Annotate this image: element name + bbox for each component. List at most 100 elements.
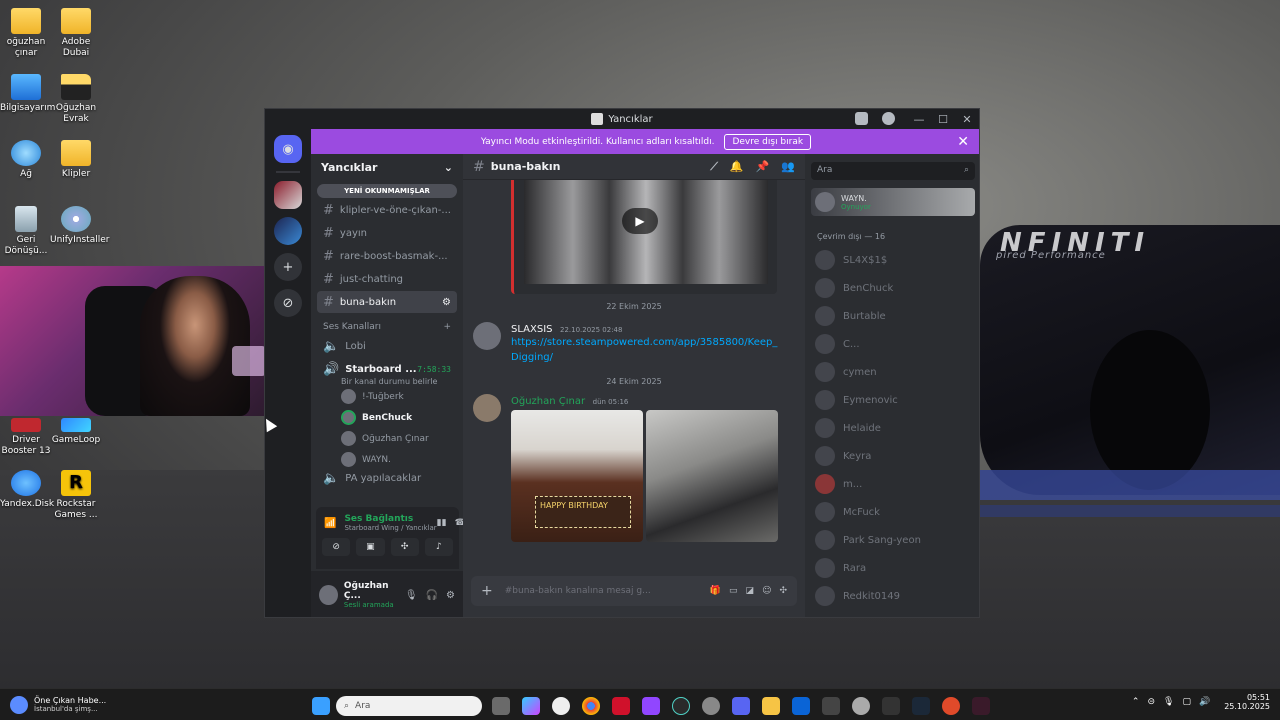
- activities-icon[interactable]: ✣: [390, 538, 419, 556]
- volume-icon[interactable]: 🔊: [1199, 697, 1210, 707]
- channel-yayin[interactable]: # yayın: [317, 222, 457, 244]
- add-attachment-icon[interactable]: +: [481, 583, 493, 599]
- attachment-image-kitchen[interactable]: [646, 410, 778, 542]
- voice-connection-location[interactable]: Starboard Wing / Yancıklar: [344, 524, 436, 532]
- app-circle-icon[interactable]: [672, 697, 690, 715]
- minimize-icon[interactable]: —: [907, 113, 931, 126]
- voice-user[interactable]: WAYN.: [311, 449, 463, 470]
- inbox-icon[interactable]: [855, 112, 868, 125]
- taskbar-search[interactable]: ⌕ Ara: [336, 696, 482, 716]
- desktop-icon-klipler[interactable]: Klipler: [50, 140, 102, 180]
- member-item[interactable]: C...: [805, 330, 979, 358]
- server-avatar-icon[interactable]: [274, 217, 302, 245]
- discord-icon[interactable]: [732, 697, 750, 715]
- channel-rare-boost[interactable]: # rare-boost-basmak-...: [317, 245, 457, 267]
- channel-pa-yapilacaklar[interactable]: 🔈 PA yapılacaklar: [317, 471, 457, 485]
- message-input[interactable]: + #buna-bakın kanalına mesaj g... 🎁 ▭ ◪ …: [471, 576, 797, 606]
- twitch-icon[interactable]: [642, 697, 660, 715]
- member-item[interactable]: cymen: [805, 358, 979, 386]
- news-widget[interactable]: Öne Çıkan Habe... İstanbul'da şimş...: [0, 695, 150, 714]
- apps-icon[interactable]: ✣: [779, 586, 787, 596]
- voice-category[interactable]: Ses Kanalları +: [311, 314, 463, 334]
- desktop-icon-adobe-dubai[interactable]: Adobe Dubai: [50, 8, 102, 59]
- app-x-icon[interactable]: [612, 697, 630, 715]
- microphone-icon[interactable]: 🎙: [405, 590, 418, 601]
- server-yanciklar-icon[interactable]: [274, 181, 302, 209]
- desktop-icon-bilgisayarim[interactable]: Bilgisayarım: [0, 74, 55, 114]
- member-item[interactable]: BenChuck: [805, 274, 979, 302]
- video-off-icon[interactable]: ⊘: [322, 538, 351, 556]
- member-item[interactable]: Eymenovic: [805, 386, 979, 414]
- member-item[interactable]: Rara: [805, 554, 979, 582]
- signal-icon[interactable]: 📶: [324, 518, 336, 529]
- message-author[interactable]: SLAXSIS: [511, 324, 552, 335]
- app-gray-icon[interactable]: [702, 697, 720, 715]
- copilot-icon[interactable]: [522, 697, 540, 715]
- member-item[interactable]: Park Sang-yeon: [805, 526, 979, 554]
- channel-buna-bakin[interactable]: # buna-bakın ⚙: [317, 291, 457, 313]
- task-view-icon[interactable]: [492, 697, 510, 715]
- chevron-up-icon[interactable]: ⌃: [1132, 697, 1140, 707]
- desktop-icon-unifyinstaller[interactable]: UnifyInstaller: [50, 206, 109, 246]
- add-server-icon[interactable]: +: [274, 253, 302, 281]
- gif-icon[interactable]: ▭: [729, 586, 738, 596]
- member-item-active[interactable]: WAYN. Oynuyor: [811, 188, 975, 216]
- members-icon[interactable]: 👥: [781, 160, 795, 174]
- banner-close-icon[interactable]: ✕: [957, 134, 969, 150]
- clock[interactable]: 05:51 25.10.2025: [1224, 693, 1270, 711]
- microphone-icon[interactable]: 🎙: [1163, 697, 1174, 707]
- outlook-icon[interactable]: [792, 697, 810, 715]
- voice-user[interactable]: Oğuzhan Çınar: [311, 428, 463, 449]
- voice-user[interactable]: BenChuck: [311, 407, 463, 428]
- member-item[interactable]: McFuck: [805, 498, 979, 526]
- channel-klipler[interactable]: # klipler-ve-öne-çıkan-...: [317, 199, 457, 221]
- app-steam-like-icon[interactable]: [852, 697, 870, 715]
- sticker-icon[interactable]: ◪: [746, 586, 755, 596]
- chrome-icon[interactable]: [582, 697, 600, 715]
- epic-games-icon[interactable]: [882, 697, 900, 715]
- message-link[interactable]: https://store.steampowered.com/app/35858…: [511, 335, 781, 365]
- new-unreads-pill[interactable]: YENİ OKUNMAMIŞLAR: [317, 184, 457, 198]
- add-channel-icon[interactable]: +: [443, 322, 451, 332]
- threads-icon[interactable]: ⟋: [710, 160, 718, 174]
- avatar[interactable]: [473, 394, 501, 422]
- attachment-image-cake[interactable]: HAPPY BIRTHDAY: [511, 410, 643, 542]
- noise-suppression-icon[interactable]: ▮▮: [437, 518, 447, 528]
- maximize-icon[interactable]: ☐: [931, 113, 955, 126]
- gear-icon[interactable]: ⚙: [446, 590, 455, 601]
- start-icon[interactable]: [312, 697, 330, 715]
- desktop-icon-gameloop[interactable]: GameLoop: [50, 418, 102, 446]
- pin-icon[interactable]: 📌: [756, 160, 770, 174]
- emoji-icon[interactable]: ☺: [762, 586, 771, 596]
- desktop-icon-yandex-disk[interactable]: Yandex.Disk: [0, 470, 54, 510]
- store-icon[interactable]: [822, 697, 840, 715]
- server-header[interactable]: Yancıklar ⌄: [311, 154, 463, 180]
- bell-icon[interactable]: 🔔: [730, 160, 744, 174]
- member-item[interactable]: SL4X$1$: [805, 246, 979, 274]
- voice-user[interactable]: !-Tuğberk: [311, 386, 463, 407]
- avatar[interactable]: [473, 322, 501, 350]
- member-item[interactable]: Redkit0149: [805, 582, 979, 610]
- discord-home-icon[interactable]: ◉: [274, 135, 302, 163]
- file-explorer-icon[interactable]: [762, 697, 780, 715]
- member-item[interactable]: Keyra: [805, 442, 979, 470]
- message-author[interactable]: Oğuzhan Çınar: [511, 396, 585, 407]
- avatar[interactable]: [319, 585, 338, 605]
- app-orange-icon[interactable]: [942, 697, 960, 715]
- disable-streamer-mode-button[interactable]: Devre dışı bırak: [724, 133, 812, 150]
- chatgpt-icon[interactable]: [552, 697, 570, 715]
- desktop-icon-driver-booster[interactable]: Driver Booster 13: [0, 418, 52, 457]
- steam-icon[interactable]: [912, 697, 930, 715]
- channel-just-chatting[interactable]: # just-chatting: [317, 268, 457, 290]
- network-icon[interactable]: ▢: [1182, 697, 1191, 707]
- link-icon[interactable]: ⊝: [1147, 697, 1155, 707]
- explore-icon[interactable]: ⊘: [274, 289, 302, 317]
- soundboard-icon[interactable]: ♪: [424, 538, 453, 556]
- member-item[interactable]: Burtable: [805, 302, 979, 330]
- channel-settings-icon[interactable]: ⚙: [442, 297, 451, 308]
- play-icon[interactable]: ▶: [622, 208, 658, 234]
- screen-share-icon[interactable]: ▣: [356, 538, 385, 556]
- headphones-icon[interactable]: 🎧: [426, 590, 438, 601]
- member-item[interactable]: m...: [805, 470, 979, 498]
- desktop-icon-rockstar-games[interactable]: R Rockstar Games ...: [50, 470, 102, 521]
